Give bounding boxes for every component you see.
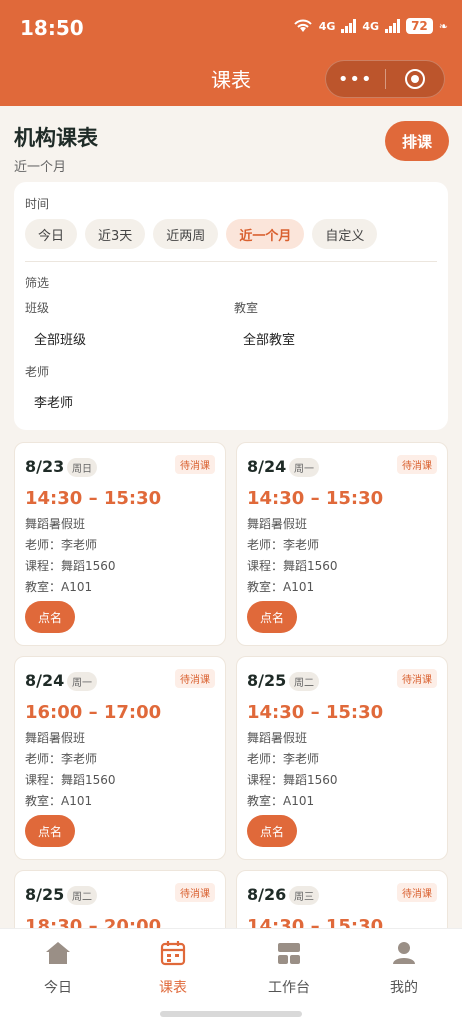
status-icons: 4G 4G 72 ❧	[293, 18, 448, 34]
lesson-date: 8/25	[247, 671, 287, 690]
lesson-room: 教室：A101	[247, 794, 315, 808]
mini-program-capsule: •••	[325, 60, 445, 98]
lesson-weekday: 周日	[67, 458, 97, 477]
user-icon	[359, 937, 449, 969]
tab-bar: 今日 课表 工作台 我的	[0, 928, 462, 1024]
lesson-class: 舞蹈暑假班	[247, 517, 308, 531]
lesson-room: 教室：A101	[25, 580, 93, 594]
workbench-icon	[244, 937, 334, 969]
lesson-card[interactable]: 8/23 周日 待消课 14:30 – 15:30 舞蹈暑假班 老师：李老师 课…	[14, 442, 226, 646]
tab-label: 今日	[44, 980, 72, 996]
roll-call-button[interactable]: 点名	[25, 815, 75, 847]
lesson-class: 舞蹈暑假班	[247, 731, 308, 745]
lesson-date: 8/25	[25, 885, 65, 904]
lesson-time: 14:30 – 15:30	[247, 702, 384, 723]
lesson-weekday: 周一	[289, 458, 319, 477]
status-badge: 待消课	[175, 883, 215, 902]
close-button[interactable]	[386, 69, 445, 89]
lesson-class: 舞蹈暑假班	[25, 731, 86, 745]
lesson-teacher: 老师：李老师	[247, 538, 320, 552]
roll-call-button[interactable]: 点名	[247, 815, 297, 847]
tab-workbench[interactable]: 工作台	[244, 937, 334, 997]
lesson-card[interactable]: 8/24 周一 待消课 16:00 – 17:00 舞蹈暑假班 老师：李老师 课…	[14, 656, 226, 860]
filter-divider	[25, 261, 437, 262]
tab-label: 工作台	[268, 980, 310, 996]
teacher-select[interactable]: 李老师	[34, 392, 73, 411]
lesson-time: 16:00 – 17:00	[25, 702, 162, 723]
room-label: 教室	[234, 301, 259, 315]
time-option-custom[interactable]: 自定义	[312, 219, 378, 249]
time-option-2weeks[interactable]: 近两周	[153, 219, 219, 249]
signal-icon	[341, 19, 357, 33]
home-indicator	[160, 1011, 302, 1017]
lesson-course: 课程：舞蹈1560	[247, 559, 338, 573]
battery-level: 72	[406, 18, 433, 34]
tab-mine[interactable]: 我的	[359, 937, 449, 997]
tab-schedule[interactable]: 课表	[128, 937, 218, 997]
lesson-date: 8/26	[247, 885, 287, 904]
status-time: 18:50	[20, 16, 84, 40]
tab-label: 课表	[159, 980, 187, 996]
status-badge: 待消课	[397, 455, 437, 474]
room-select[interactable]: 全部教室	[243, 329, 295, 348]
lesson-date: 8/24	[247, 457, 287, 476]
status-badge: 待消课	[397, 669, 437, 688]
network-label-1: 4G	[318, 19, 336, 33]
wifi-icon	[293, 19, 312, 32]
time-option-today[interactable]: 今日	[25, 219, 78, 249]
lesson-weekday: 周二	[67, 886, 97, 905]
lesson-weekday: 周二	[289, 672, 319, 691]
class-select[interactable]: 全部班级	[34, 329, 86, 348]
teacher-label: 老师	[25, 365, 50, 379]
target-icon	[404, 69, 425, 89]
time-options: 今日 近3天 近两周 近一个月 自定义	[25, 219, 378, 249]
lesson-room: 教室：A101	[25, 794, 93, 808]
lesson-time: 14:30 – 15:30	[25, 488, 162, 509]
lesson-teacher: 老师：李老师	[25, 752, 98, 766]
lesson-course: 课程：舞蹈1560	[247, 773, 338, 787]
lesson-teacher: 老师：李老师	[247, 752, 320, 766]
lesson-date: 8/23	[25, 457, 65, 476]
top-bar: 18:50 4G 4G 72 ❧ 课表 •••	[0, 0, 462, 106]
schedule-button[interactable]: 排课	[385, 121, 449, 161]
more-button[interactable]: •••	[326, 69, 385, 90]
time-option-3days[interactable]: 近3天	[85, 219, 146, 249]
lesson-date: 8/24	[25, 671, 65, 690]
filter-label: 筛选	[25, 276, 50, 290]
lesson-weekday: 周三	[289, 886, 319, 905]
lesson-room: 教室：A101	[247, 580, 315, 594]
roll-call-button[interactable]: 点名	[247, 601, 297, 633]
tab-label: 我的	[390, 980, 418, 996]
lesson-time: 14:30 – 15:30	[247, 488, 384, 509]
leaf-icon: ❧	[438, 19, 448, 33]
status-badge: 待消课	[175, 455, 215, 474]
status-badge: 待消课	[175, 669, 215, 688]
signal-icon-2	[385, 19, 401, 33]
class-label: 班级	[25, 301, 50, 315]
page-subtitle: 近一个月	[14, 160, 67, 175]
calendar-icon	[128, 937, 218, 969]
time-label: 时间	[25, 197, 50, 211]
network-label-2: 4G	[362, 19, 380, 33]
lesson-card[interactable]: 8/24 周一 待消课 14:30 – 15:30 舞蹈暑假班 老师：李老师 课…	[236, 442, 448, 646]
lesson-card[interactable]: 8/25 周二 待消课 14:30 – 15:30 舞蹈暑假班 老师：李老师 课…	[236, 656, 448, 860]
page-title: 机构课表	[14, 126, 98, 150]
filter-card: 时间 今日 近3天 近两周 近一个月 自定义 筛选 班级 全部班级 教室 全部教…	[14, 182, 448, 430]
roll-call-button[interactable]: 点名	[25, 601, 75, 633]
lesson-course: 课程：舞蹈1560	[25, 559, 116, 573]
lesson-weekday: 周一	[67, 672, 97, 691]
lesson-course: 课程：舞蹈1560	[25, 773, 116, 787]
status-badge: 待消课	[397, 883, 437, 902]
lesson-teacher: 老师：李老师	[25, 538, 98, 552]
time-option-month[interactable]: 近一个月	[226, 219, 305, 249]
lesson-class: 舞蹈暑假班	[25, 517, 86, 531]
tab-today[interactable]: 今日	[13, 937, 103, 997]
home-icon	[13, 937, 103, 969]
